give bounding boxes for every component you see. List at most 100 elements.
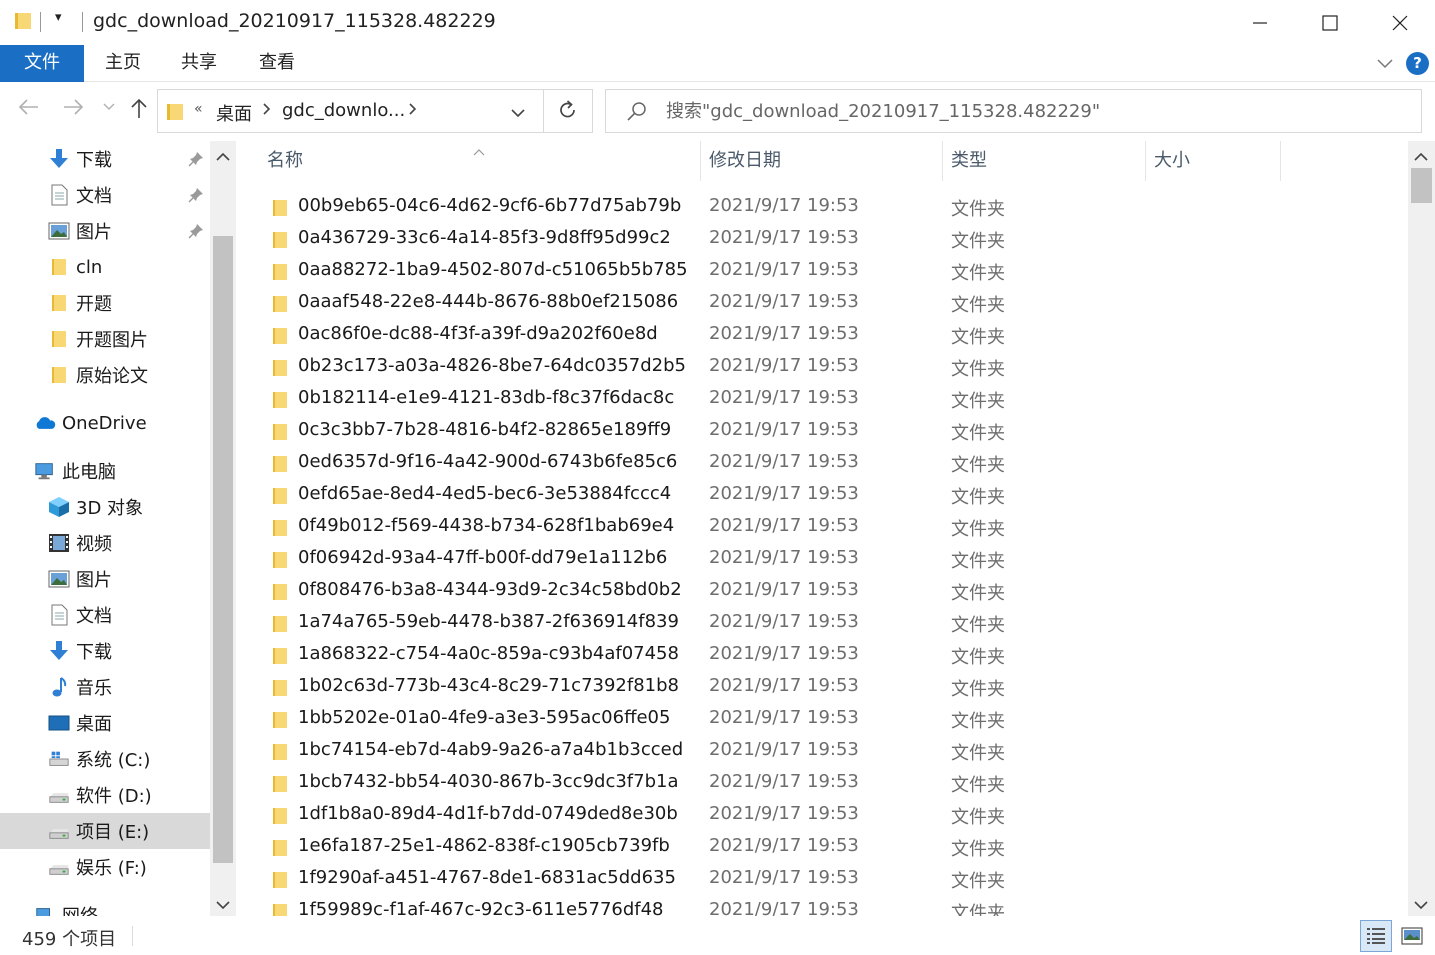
breadcrumb-separator-icon[interactable] — [408, 102, 417, 120]
sidebar-item[interactable]: 视频 — [0, 525, 210, 561]
sidebar-item[interactable]: 图片 — [0, 213, 210, 249]
sidebar-item[interactable]: 文档 — [0, 597, 210, 633]
up-button[interactable] — [130, 97, 148, 124]
table-row[interactable]: 0aa88272-1ba9-4502-807d-c51065b5b785 2021… — [237, 254, 1397, 286]
search-input[interactable] — [666, 98, 1406, 124]
table-row[interactable]: 1bc74154-eb7d-4ab9-9a26-a7a4b1b3cced 2021… — [237, 734, 1397, 766]
sidebar-item[interactable]: 下载 — [0, 141, 210, 177]
table-row[interactable]: 1e6fa187-25e1-4862-838f-c1905cb739fb 2021… — [237, 830, 1397, 862]
scroll-up-chevron-icon[interactable] — [216, 147, 230, 166]
table-row[interactable]: 1f9290af-a451-4767-8de1-6831ac5dd635 2021… — [237, 862, 1397, 894]
sidebar-item[interactable]: cln — [0, 249, 210, 285]
table-row[interactable]: 0b182114-e1e9-4121-83db-f8c37f6dac8c 2021… — [237, 382, 1397, 414]
column-divider[interactable] — [1280, 141, 1281, 181]
sidebar-item[interactable]: 原始论文 — [0, 357, 210, 393]
sidebar-item[interactable]: 开题图片 — [0, 321, 210, 357]
scroll-down-chevron-icon[interactable] — [1414, 895, 1428, 914]
maximize-button[interactable] — [1295, 0, 1365, 45]
table-row[interactable]: 0ed6357d-9f16-4a42-900d-6743b6fe85c6 2021… — [237, 446, 1397, 478]
scroll-up-chevron-icon[interactable] — [1414, 147, 1428, 166]
close-button[interactable] — [1365, 0, 1435, 45]
tab-home[interactable]: 主页 — [94, 45, 152, 82]
table-row[interactable]: 1a868322-c754-4a0c-859a-c93b4af07458 2021… — [237, 638, 1397, 670]
table-row[interactable]: 1f59989c-f1af-467c-92c3-611e5776df48 2021… — [237, 894, 1397, 916]
address-history-dropdown[interactable] — [510, 104, 526, 123]
sidebar-item[interactable]: 图片 — [0, 561, 210, 597]
column-divider[interactable] — [942, 141, 943, 181]
sidebar-item[interactable]: 项目 (E:) — [0, 813, 210, 849]
minimize-button[interactable] — [1225, 0, 1295, 45]
large-icons-view-button[interactable] — [1396, 920, 1428, 952]
file-name: 1bcb7432-bb54-4030-867b-3cc9dc3f7b1a — [298, 771, 679, 792]
table-row[interactable]: 0ac86f0e-dc88-4f3f-a39f-d9a202f60e8d 2021… — [237, 318, 1397, 350]
sidebar-item[interactable]: 系统 (C:) — [0, 741, 210, 777]
sidebar-item[interactable]: OneDrive — [0, 405, 210, 441]
search-box[interactable] — [605, 89, 1422, 133]
table-row[interactable]: 0f06942d-93a4-47ff-b00f-dd79e1a112b6 2021… — [237, 542, 1397, 574]
pin-icon[interactable] — [188, 187, 204, 208]
breadcrumb-separator-icon[interactable] — [262, 102, 271, 120]
sidebar-item[interactable]: 娱乐 (F:) — [0, 849, 210, 885]
sidebar-item[interactable]: 开题 — [0, 285, 210, 321]
table-row[interactable]: 0f808476-b3a8-4344-93d9-2c34c58bd0b2 2021… — [237, 574, 1397, 606]
details-view-button[interactable] — [1360, 920, 1392, 952]
recent-locations-button[interactable] — [103, 101, 115, 114]
table-row[interactable]: 0f49b012-f569-4438-b734-628f1bab69e4 2021… — [237, 510, 1397, 542]
table-row[interactable]: 0b23c173-a03a-4826-8be7-64dc0357d2b5 2021… — [237, 350, 1397, 382]
table-row[interactable]: 1a74a765-59eb-4478-b387-2f636914f839 2021… — [237, 606, 1397, 638]
table-row[interactable]: 0a436729-33c6-4a14-85f3-9d8ff95d99c2 2021… — [237, 222, 1397, 254]
help-icon[interactable]: ? — [1406, 52, 1429, 75]
sidebar-item-label: 下载 — [76, 150, 112, 171]
sidebar-item[interactable]: 桌面 — [0, 705, 210, 741]
table-row[interactable]: 0efd65ae-8ed4-4ed5-bec6-3e53884fccc4 2021… — [237, 478, 1397, 510]
pin-icon[interactable] — [188, 151, 204, 172]
address-divider — [543, 90, 544, 132]
table-row[interactable]: 1b02c63d-773b-43c4-8c29-71c7392f81b8 2021… — [237, 670, 1397, 702]
refresh-button[interactable] — [558, 99, 578, 126]
file-list-scrollbar[interactable] — [1408, 141, 1435, 916]
modified-date: 2021/9/17 19:53 — [709, 259, 859, 280]
modified-date: 2021/9/17 19:53 — [709, 803, 859, 824]
column-header-name[interactable]: 名称 — [267, 141, 303, 181]
column-header-date[interactable]: 修改日期 — [709, 141, 781, 181]
breadcrumb-overflow[interactable]: « — [194, 101, 203, 117]
table-row[interactable]: 1df1b8a0-89d4-4d1f-b7dd-0749ded8e30b 2021… — [237, 798, 1397, 830]
file-name: 0a436729-33c6-4a14-85f3-9d8ff95d99c2 — [298, 227, 671, 248]
sidebar-item[interactable]: 3D 对象 — [0, 489, 210, 525]
folder-icon — [272, 870, 288, 895]
table-row[interactable]: 0c3c3bb7-7b28-4816-b4f2-82865e189ff9 2021… — [237, 414, 1397, 446]
folder-icon — [272, 454, 288, 479]
column-header-type[interactable]: 类型 — [951, 141, 987, 181]
table-row[interactable]: 00b9eb65-04c6-4d62-9cf6-6b77d75ab79b 2021… — [237, 190, 1397, 222]
forward-button[interactable] — [62, 97, 84, 121]
sidebar-item[interactable]: 文档 — [0, 177, 210, 213]
sidebar-item[interactable]: 此电脑 — [0, 453, 210, 489]
breadcrumb-current-folder[interactable]: gdc_downlo... — [282, 100, 405, 121]
breadcrumb-desktop[interactable]: 桌面 — [216, 100, 252, 126]
tab-share[interactable]: 共享 — [170, 45, 228, 82]
expand-ribbon-chevron-icon[interactable] — [1376, 55, 1394, 74]
address-bar[interactable]: « 桌面 gdc_downlo... — [157, 89, 593, 133]
folder-icon — [272, 710, 288, 735]
table-row[interactable]: 0aaaf548-22e8-444b-8676-88b0ef215086 2021… — [237, 286, 1397, 318]
column-header-size[interactable]: 大小 — [1154, 141, 1190, 181]
quick-access-dropdown[interactable]: ▾ — [55, 10, 62, 25]
tab-file[interactable]: 文件 — [0, 45, 84, 82]
sidebar-item[interactable]: 网络 — [0, 897, 210, 916]
column-divider[interactable] — [1145, 141, 1146, 181]
sidebar-item[interactable]: 音乐 — [0, 669, 210, 705]
file-list-scroll-thumb[interactable] — [1411, 168, 1432, 203]
column-divider[interactable] — [700, 141, 701, 181]
pin-icon[interactable] — [188, 223, 204, 244]
table-row[interactable]: 1bb5202e-01a0-4fe9-a3e3-595ac06ffe05 2021… — [237, 702, 1397, 734]
sidebar-scrollbar[interactable] — [210, 141, 236, 916]
back-button[interactable] — [18, 97, 40, 121]
scroll-down-chevron-icon[interactable] — [216, 895, 230, 914]
navigation-bar: « 桌面 gdc_downlo... — [0, 83, 1435, 139]
sidebar-item[interactable]: 下载 — [0, 633, 210, 669]
folder-icon — [272, 518, 288, 543]
tab-view[interactable]: 查看 — [248, 45, 306, 82]
sidebar-item[interactable]: 软件 (D:) — [0, 777, 210, 813]
sidebar-scroll-thumb[interactable] — [213, 236, 233, 863]
table-row[interactable]: 1bcb7432-bb54-4030-867b-3cc9dc3f7b1a 2021… — [237, 766, 1397, 798]
